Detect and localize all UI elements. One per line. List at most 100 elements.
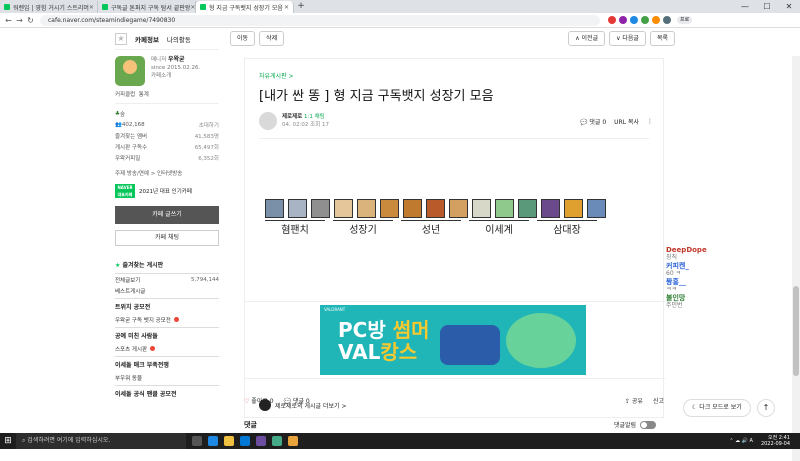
ad-line1a: PC방 bbox=[338, 318, 393, 342]
ad-brand: VALORANT bbox=[324, 307, 346, 312]
tab-close-icon[interactable]: ✕ bbox=[89, 4, 94, 11]
comment-alert-label: 댓글알림 bbox=[614, 422, 637, 429]
app-icon[interactable] bbox=[272, 436, 282, 446]
more-icon[interactable]: ⋮ bbox=[647, 118, 653, 125]
writer-name[interactable]: 제로제로 bbox=[282, 114, 302, 120]
page-scrollbar[interactable] bbox=[792, 56, 800, 461]
avatar[interactable] bbox=[259, 112, 277, 130]
prev-post-button[interactable]: ∧ 이전글 bbox=[568, 30, 606, 46]
post-views: 조회 17 bbox=[310, 122, 329, 128]
chrome-icon[interactable] bbox=[288, 436, 298, 446]
favorites-board-head[interactable]: ★ 즐겨찾는 게시판 bbox=[115, 256, 219, 274]
menu-item[interactable]: 부우뭐 동물 bbox=[115, 372, 219, 383]
chat-msg: 칭칙 bbox=[666, 254, 678, 261]
clock[interactable]: 오전 2:41 2022-09-04 bbox=[761, 435, 790, 447]
edge-icon[interactable] bbox=[208, 436, 218, 446]
new-tab-button[interactable]: + bbox=[294, 1, 308, 13]
extension-icon[interactable] bbox=[619, 16, 627, 24]
extension-icon[interactable] bbox=[663, 16, 671, 24]
tab-my-activity[interactable]: 나의활동 bbox=[167, 34, 191, 44]
cafe-theme[interactable]: 주제 방송/연예 > 인터넷방송 bbox=[115, 167, 219, 178]
url-copy-button[interactable]: URL 복사 bbox=[614, 117, 639, 126]
write-post-button[interactable]: 카페 글쓰기 bbox=[115, 206, 219, 224]
comment-icon: 💬 bbox=[579, 118, 590, 126]
menu-item[interactable]: 스포츠 게시판 bbox=[115, 343, 219, 354]
stat-label: 우왁커피밀 bbox=[115, 155, 141, 162]
explorer-icon[interactable] bbox=[224, 436, 234, 446]
manager-name[interactable]: 우왁굳 bbox=[168, 56, 185, 63]
extension-icon[interactable] bbox=[608, 16, 616, 24]
article-card: 자유게시판 > [내가 싼 똥 ] 형 지금 구독뱃지 성장기 모음 제로제로 … bbox=[244, 58, 665, 418]
extension-icon[interactable] bbox=[652, 16, 660, 24]
task-view-icon[interactable] bbox=[192, 436, 202, 446]
browser-tab-active[interactable]: 형 지금 구독뱃지 성장기 모음 ✕ bbox=[196, 1, 294, 13]
star-icon[interactable]: ★ bbox=[115, 32, 127, 45]
tab-favicon-icon bbox=[4, 4, 10, 10]
vs-icon[interactable] bbox=[256, 436, 266, 446]
scrollbar-thumb[interactable] bbox=[793, 286, 799, 376]
naver-badge-text: 2021년 대표 인기카페 bbox=[139, 189, 192, 195]
taskbar-search-input[interactable]: ⌕ 검색하려면 여기에 입력하십시오. bbox=[16, 433, 186, 449]
comments-label: 댓글 0 bbox=[292, 398, 310, 405]
profile-button[interactable]: 프로 bbox=[677, 16, 693, 24]
extension-icon[interactable] bbox=[630, 16, 638, 24]
share-button[interactable]: ⇪ 공유 bbox=[625, 396, 643, 405]
url-input[interactable]: cafe.naver.com/steamindiegame/7490830 bbox=[40, 14, 600, 26]
dark-mode-button[interactable]: ☾ 다크 모드로 보기 bbox=[683, 399, 751, 417]
ad-banner[interactable]: VALORANT PC방 썸머 VAL캉스 bbox=[320, 305, 586, 375]
chat-link[interactable]: 1:1 채팅 bbox=[304, 114, 325, 120]
report-button[interactable]: 신고 bbox=[653, 396, 664, 405]
like-label: 좋아요 0 bbox=[251, 398, 274, 405]
back-icon[interactable]: ← bbox=[3, 16, 14, 25]
comment-alert: 댓글알림 bbox=[614, 420, 657, 429]
move-button[interactable]: 이동 bbox=[230, 30, 256, 46]
character-sprite bbox=[587, 199, 606, 218]
next-post-button[interactable]: ∨ 다음글 bbox=[609, 30, 646, 46]
cafe-intro-link[interactable]: 카페소개 bbox=[151, 72, 200, 80]
members-value[interactable]: 402,168 bbox=[122, 122, 145, 128]
menu-item-count: 5,794,144 bbox=[191, 276, 219, 283]
character-sprite bbox=[541, 199, 560, 218]
comments-button[interactable]: 💬 댓글 0 bbox=[284, 396, 310, 405]
forward-icon[interactable]: → bbox=[14, 16, 25, 25]
character-sprite bbox=[380, 199, 399, 218]
minimize-button[interactable]: — bbox=[734, 0, 756, 13]
tab-close-icon[interactable]: ✕ bbox=[190, 4, 195, 11]
chat-overlay: DeepDope 칭칙 커피켄_ 60 ㅋ 퐝홍__ ㅋㅋ 불인망 주민번 bbox=[666, 246, 726, 310]
group-label: 삼대장 bbox=[537, 220, 597, 236]
scroll-top-button[interactable]: ↑ bbox=[757, 399, 775, 417]
store-icon[interactable] bbox=[240, 436, 250, 446]
sidebar-link[interactable]: 통계 bbox=[139, 90, 149, 98]
menu-item-label: 전체글보기 bbox=[115, 277, 141, 284]
menu-item-best[interactable]: 베스트게시글 bbox=[115, 285, 219, 296]
close-window-button[interactable]: ✕ bbox=[778, 0, 800, 13]
tray-icons[interactable]: ⌃ ☁ 🔊 A bbox=[729, 438, 753, 444]
comment-alert-toggle[interactable] bbox=[640, 420, 657, 429]
browser-tab[interactable]: 구독글 톤퍼지 구독 탐서 끝판왕 ✕ bbox=[98, 1, 196, 13]
like-button[interactable]: ♡ 좋아요 0 bbox=[244, 396, 274, 405]
comment-count-link[interactable]: 💬 댓글 0 bbox=[580, 117, 606, 126]
comment-count-label: 댓글 0 bbox=[589, 118, 607, 126]
board-link[interactable]: 자유게시판 > bbox=[259, 71, 663, 80]
delete-button[interactable]: 삭제 bbox=[259, 30, 285, 46]
ad-line2b: 캉스 bbox=[380, 340, 418, 364]
browser-tab[interactable]: 워렌임 | 영힘 거시기 스트리머 ✕ bbox=[0, 1, 98, 13]
list-button[interactable]: 목록 bbox=[649, 30, 675, 46]
character-sprite bbox=[518, 199, 537, 218]
tab-cafe-info[interactable]: 카페정보 bbox=[135, 34, 159, 44]
tab-close-icon[interactable]: ✕ bbox=[284, 4, 289, 11]
reload-icon[interactable]: ↻ bbox=[25, 16, 36, 25]
sidebar-link[interactable]: 커피클럽 bbox=[115, 90, 135, 98]
maximize-button[interactable]: ☐ bbox=[756, 0, 778, 13]
menu-item-label: 스포츠 게시판 bbox=[115, 346, 148, 353]
extension-icon[interactable] bbox=[641, 16, 649, 24]
cafe-logo[interactable] bbox=[115, 56, 145, 86]
window-controls: — ☐ ✕ bbox=[734, 0, 800, 13]
menu-item-all[interactable]: 전체글보기 5,794,144 bbox=[115, 274, 219, 285]
menu-group: 이세돌 공식 팬클 공모전 bbox=[115, 385, 219, 401]
menu-item[interactable]: 우왁굳 구독 뱃지 공모전 bbox=[115, 314, 219, 325]
page-content: ★ 카페정보 나의활동 매니저 우왁굳 since 2015.02.26. 카페… bbox=[0, 28, 800, 461]
windows-start-icon[interactable]: ⊞ bbox=[0, 436, 16, 446]
cafe-chat-button[interactable]: 카페 채팅 bbox=[115, 230, 219, 246]
invite-link[interactable]: 초대하기 bbox=[199, 121, 219, 129]
